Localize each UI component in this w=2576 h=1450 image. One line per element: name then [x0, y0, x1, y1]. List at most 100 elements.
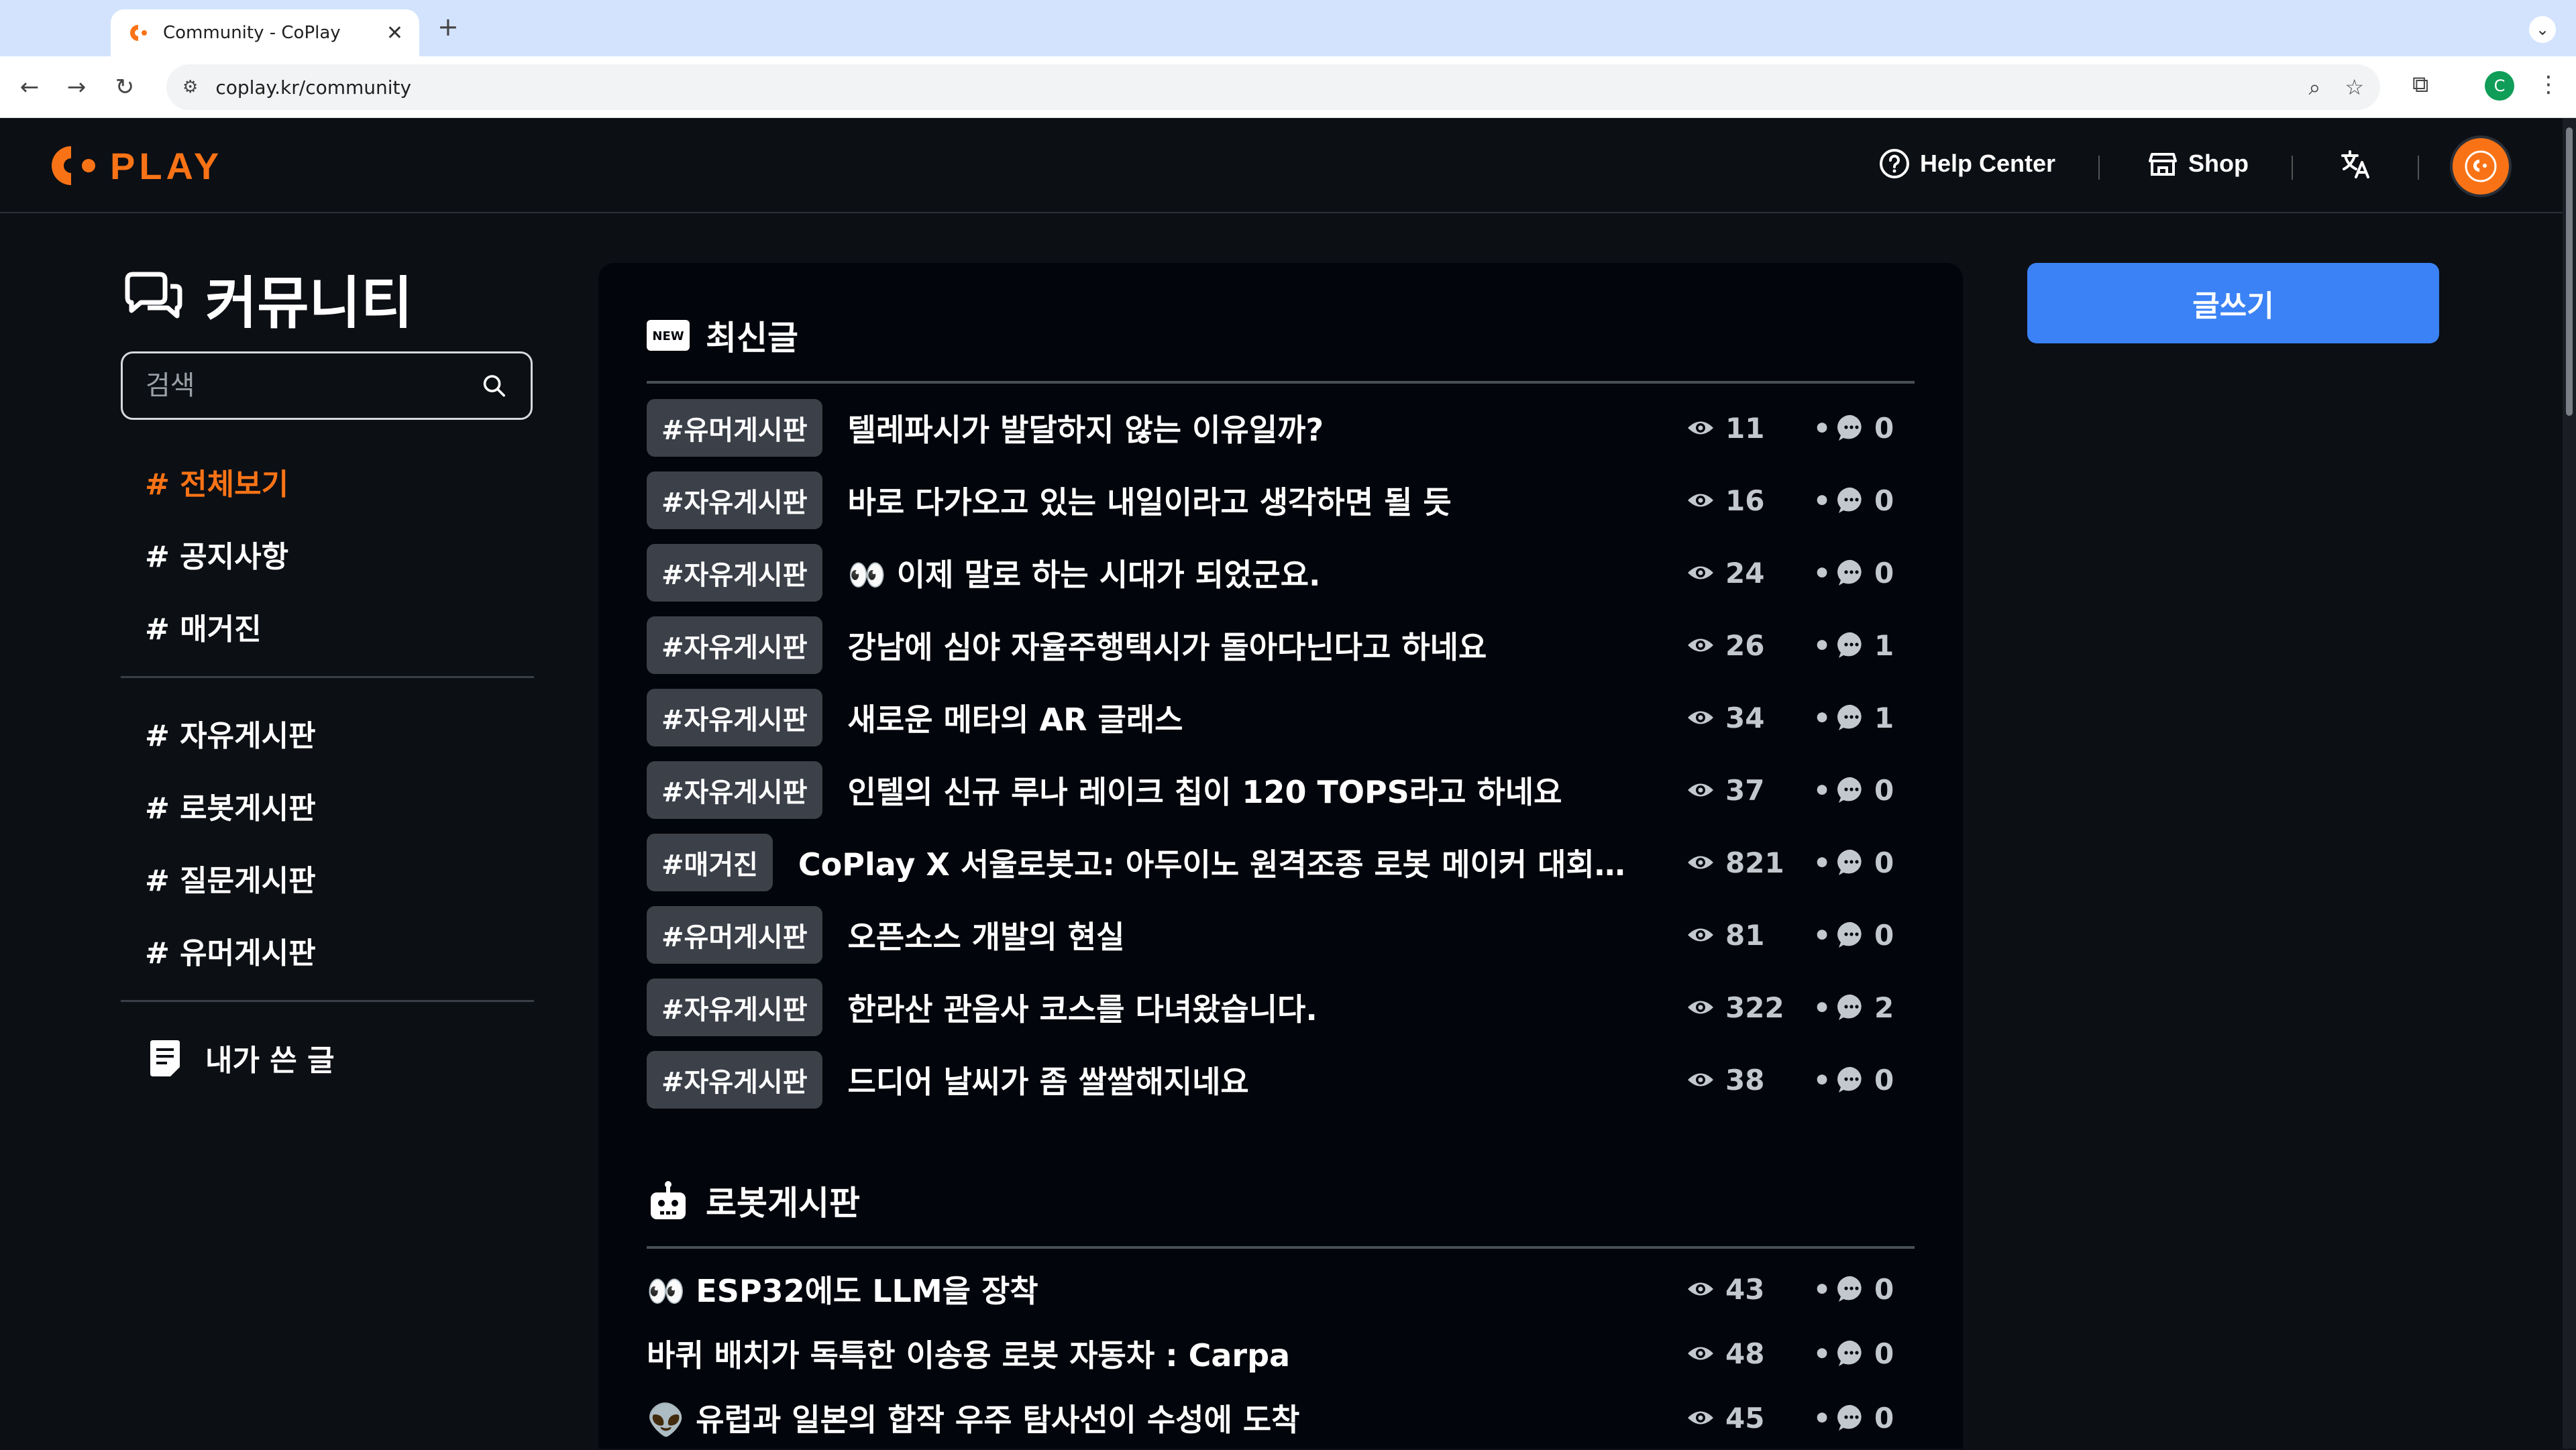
zoom-icon[interactable]: ⌕ [2308, 74, 2320, 101]
language-button[interactable] [2339, 148, 2381, 181]
post-stats: 81 • 0 [1686, 919, 1915, 952]
board-tag[interactable]: #자유게시판 [647, 761, 822, 819]
views-eye-icon [1688, 566, 1713, 579]
back-icon[interactable]: ← [13, 71, 46, 103]
view-count-value: 34 [1725, 701, 1765, 734]
bookmark-star-icon[interactable]: ☆ [2345, 74, 2364, 100]
board-tag[interactable]: #자유게시판 [647, 689, 822, 746]
write-post-button[interactable]: 글쓰기 [2027, 263, 2439, 343]
site-info-icon[interactable]: ⚙ [182, 77, 198, 97]
section-divider [647, 381, 1915, 384]
board-tag[interactable]: #자유게시판 [647, 1051, 822, 1109]
post-row[interactable]: 바퀴 배치가 독특한 이송용 로봇 자동차 : Carpa 48 • 0 [647, 1321, 1915, 1386]
post-row[interactable]: #유머게시판 오픈소스 개발의 현실 81 • 0 [647, 899, 1915, 971]
section-divider [647, 1246, 1915, 1249]
comment-count-value: 2 [1874, 991, 1894, 1024]
comment-bubble-icon [1837, 632, 1862, 658]
sidebar-item-question-board[interactable]: # 질문게시판 [121, 842, 534, 914]
board-tag[interactable]: #자유게시판 [647, 471, 822, 529]
coplay-logo[interactable]: PLAY [47, 142, 223, 189]
post-title[interactable]: 바퀴 배치가 독특한 이송용 로봇 자동차 : Carpa [647, 1331, 1686, 1376]
reload-icon[interactable]: ↻ [109, 71, 141, 103]
view-count: 37 [1686, 774, 1807, 807]
tab-search-chevron-icon[interactable]: ⌄ [2529, 16, 2556, 43]
tab-close-icon[interactable]: ✕ [386, 21, 403, 45]
view-count: 45 [1686, 1402, 1807, 1435]
url-text[interactable]: coplay.kr/community [215, 76, 2284, 99]
board-tag[interactable]: #자유게시판 [647, 616, 822, 674]
post-row[interactable]: 👀 ESP32에도 LLM을 장착 43 • 0 [647, 1257, 1915, 1321]
sidebar-item-my-posts[interactable]: 내가 쓴 글 [121, 1021, 534, 1095]
post-title[interactable]: CoPlay X 서울로봇고: 아두이노 원격조종 로봇 메이커 대회 OT .… [798, 840, 1686, 885]
sidebar-item-humor-board[interactable]: # 유머게시판 [121, 914, 534, 987]
address-bar[interactable]: ⚙ coplay.kr/community ⌕ ☆ [166, 64, 2380, 110]
sidebar-item-magazine[interactable]: # 매거진 [121, 590, 534, 663]
post-title[interactable]: 새로운 메타의 AR 글래스 [848, 695, 1686, 740]
sidebar-divider [121, 1000, 534, 1002]
comment-count: 0 [1837, 1402, 1894, 1435]
new-tab-button[interactable]: + [437, 12, 459, 42]
comment-count-value: 0 [1874, 1337, 1894, 1370]
forward-icon[interactable]: → [60, 71, 93, 103]
views-eye-icon [1688, 1073, 1713, 1086]
comment-bubble-icon [1837, 559, 1862, 585]
views-eye-icon [1688, 638, 1713, 652]
post-title[interactable]: 텔레파시가 발달하지 않는 이유일까? [848, 406, 1686, 450]
board-tag[interactable]: #자유게시판 [647, 544, 822, 602]
shop-link[interactable]: Shop [2147, 148, 2249, 180]
post-row[interactable]: #자유게시판 드디어 날씨가 좀 쌀쌀해지네요 38 • 0 [647, 1044, 1915, 1116]
post-row[interactable]: #자유게시판 바로 다가오고 있는 내일이라고 생각하면 될 듯 16 • 0 [647, 464, 1915, 537]
search-box[interactable] [121, 351, 533, 420]
board-tag[interactable]: #매거진 [647, 834, 773, 891]
sidebar-item-free-board[interactable]: # 자유게시판 [121, 697, 534, 769]
post-title[interactable]: 강남에 심야 자율주행택시가 돌아다닌다고 하네요 [848, 623, 1686, 667]
browser-menu-icon[interactable]: ⋮ [2537, 71, 2560, 98]
sidebar-item-notice[interactable]: # 공지사항 [121, 518, 534, 590]
main-feed: NEW 최신글 #유머게시판 텔레파시가 발달하지 않는 이유일까? 11 • 0 #자유… [598, 263, 1963, 1449]
sidebar-nav-boards: # 자유게시판 # 로봇게시판 # 질문게시판 # 유머게시판 [121, 697, 534, 987]
search-icon[interactable] [480, 367, 508, 404]
post-title[interactable]: 바로 다가오고 있는 내일이라고 생각하면 될 듯 [848, 478, 1686, 522]
stat-separator: • [1813, 411, 1831, 445]
post-stats: 34 • 1 [1686, 702, 1915, 734]
page-scrollbar[interactable] [2563, 118, 2576, 1449]
comment-bubble-icon [1837, 414, 1862, 441]
post-stats: 24 • 0 [1686, 557, 1915, 590]
post-row[interactable]: #자유게시판 인텔의 신규 루나 레이크 칩이 120 TOPS라고 하네요 37 •… [647, 754, 1915, 826]
new-badge-text: NEW [652, 329, 684, 343]
post-row[interactable]: #자유게시판 강남에 심야 자율주행택시가 돌아다닌다고 하네요 26 • 1 [647, 609, 1915, 681]
post-row[interactable]: #유머게시판 텔레파시가 발달하지 않는 이유일까? 11 • 0 [647, 392, 1915, 464]
post-title[interactable]: 👽 유럽과 일본의 합작 우주 탐사선이 수성에 도착 [647, 1396, 1686, 1440]
search-input[interactable] [146, 370, 480, 401]
post-title[interactable]: 오픈소스 개발의 현실 [848, 913, 1686, 957]
post-row[interactable]: #자유게시판 한라산 관음사 코스를 다녀왔습니다. 322 • 2 [647, 971, 1915, 1044]
browser-toolbar: ← → ↻ ⚙ coplay.kr/community ⌕ ☆ ⧉ C ⋮ [0, 56, 2576, 118]
post-title[interactable]: 한라산 관음사 코스를 다녀왔습니다. [848, 985, 1686, 1029]
board-tag[interactable]: #유머게시판 [647, 906, 822, 964]
post-row[interactable]: #매거진 CoPlay X 서울로봇고: 아두이노 원격조종 로봇 메이커 대회 … [647, 826, 1915, 899]
post-title[interactable]: 👀 ESP32에도 LLM을 장착 [647, 1267, 1686, 1311]
extensions-icon[interactable]: ⧉ [2412, 71, 2428, 98]
post-title[interactable]: 드디어 날씨가 좀 쌀쌀해지네요 [848, 1058, 1686, 1102]
comment-count: 1 [1837, 702, 1894, 734]
coplay-favicon-icon [130, 25, 147, 41]
help-center-link[interactable]: Help Center [1878, 148, 2055, 180]
browser-tab[interactable]: Community - CoPlay ✕ [111, 9, 419, 56]
board-tag[interactable]: #자유게시판 [647, 979, 822, 1036]
sidebar-item-all[interactable]: # 전체보기 [121, 445, 534, 518]
comment-count-value: 0 [1874, 1401, 1894, 1435]
stat-separator: • [1813, 846, 1831, 879]
sidebar-item-robot-board[interactable]: # 로봇게시판 [121, 769, 534, 842]
user-avatar[interactable] [2450, 135, 2512, 197]
browser-profile-avatar[interactable]: C [2485, 71, 2514, 101]
post-row[interactable]: #자유게시판 👀 이제 말로 하는 시대가 되었군요. 24 • 0 [647, 537, 1915, 609]
comment-count: 2 [1837, 991, 1894, 1024]
comment-bubble-icon [1837, 922, 1862, 948]
comment-count: 0 [1837, 1337, 1894, 1370]
post-row[interactable]: #자유게시판 새로운 메타의 AR 글래스 34 • 1 [647, 681, 1915, 754]
board-tag[interactable]: #유머게시판 [647, 399, 822, 457]
post-title[interactable]: 👀 이제 말로 하는 시대가 되었군요. [848, 551, 1686, 595]
post-title[interactable]: 인텔의 신규 루나 레이크 칩이 120 TOPS라고 하네요 [848, 768, 1686, 812]
scrollbar-thumb[interactable] [2566, 127, 2573, 416]
post-row[interactable]: 👽 유럽과 일본의 합작 우주 탐사선이 수성에 도착 45 • 0 [647, 1386, 1915, 1450]
